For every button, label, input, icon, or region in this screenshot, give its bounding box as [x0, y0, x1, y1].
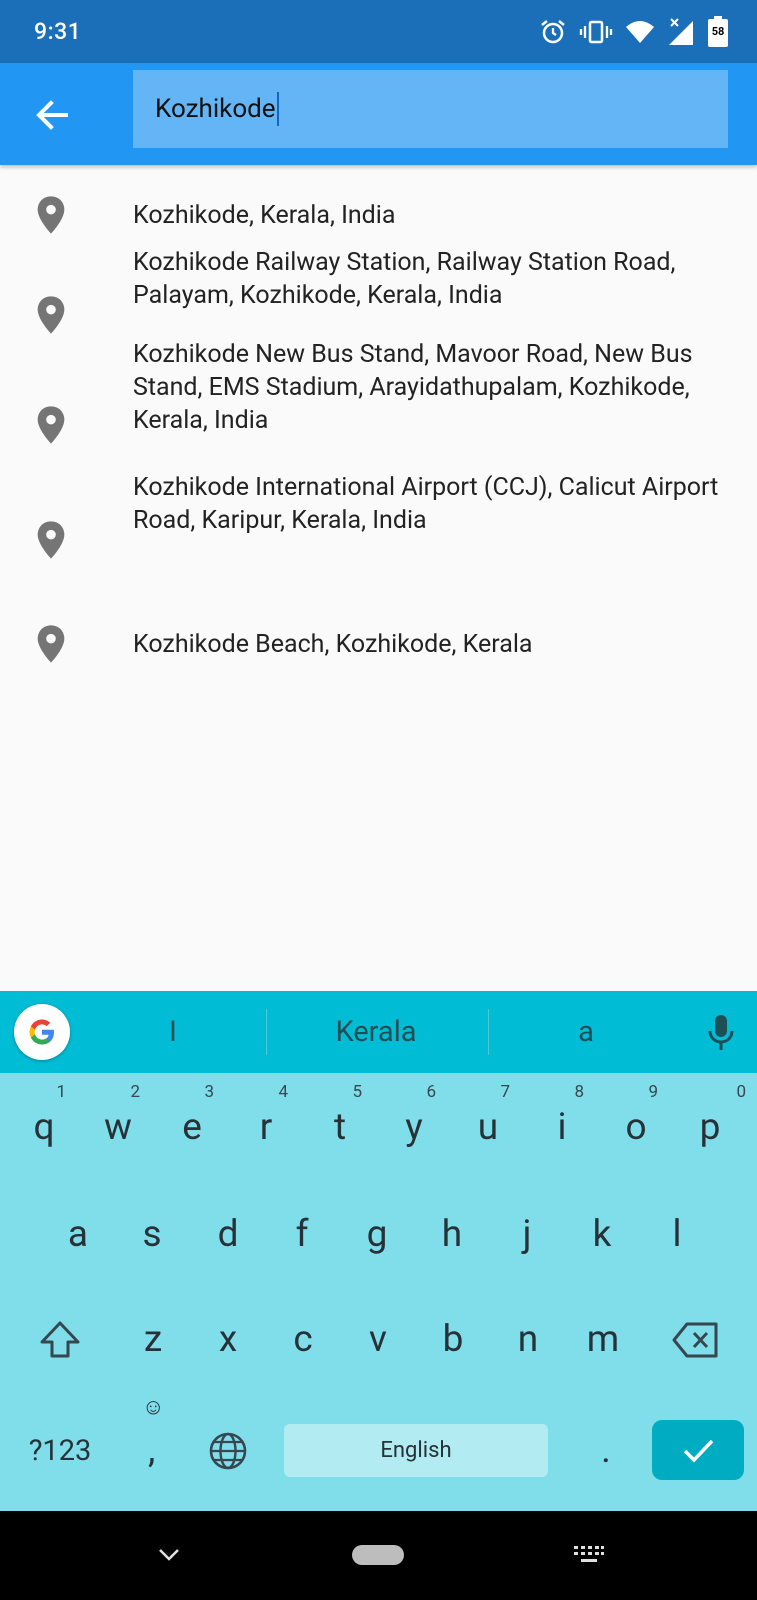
navigation-bar — [0, 1511, 757, 1600]
search-field[interactable]: Kozhikode — [133, 70, 728, 148]
location-pin-icon — [37, 625, 65, 663]
key-g[interactable]: g — [355, 1195, 399, 1275]
key-e[interactable]: e3 — [170, 1082, 214, 1168]
chevron-down-icon[interactable] — [157, 1547, 181, 1563]
suggestion-3[interactable]: a — [489, 991, 683, 1073]
status-bar: 9:31 58 — [0, 0, 757, 63]
comma-emoji-key[interactable]: ☺ , — [136, 1397, 172, 1491]
suggestion-bar: I Kerala a — [0, 991, 757, 1073]
suggestion-2[interactable]: Kerala — [267, 991, 485, 1073]
key-v[interactable]: v — [356, 1300, 400, 1380]
signal-icon — [667, 17, 695, 47]
key-t[interactable]: t5 — [318, 1082, 362, 1168]
key-k[interactable]: k — [580, 1195, 624, 1275]
keyboard-switch-icon[interactable] — [573, 1545, 605, 1565]
key-r[interactable]: r4 — [244, 1082, 288, 1168]
search-input[interactable]: Kozhikode — [155, 94, 276, 124]
key-d[interactable]: d — [206, 1195, 250, 1275]
wifi-icon — [625, 19, 655, 45]
key-z[interactable]: z — [131, 1300, 175, 1380]
key-w[interactable]: w2 — [96, 1082, 140, 1168]
shift-icon — [40, 1321, 80, 1358]
key-j[interactable]: j — [505, 1195, 549, 1275]
google-g-button[interactable] — [14, 1004, 70, 1060]
symbols-key[interactable]: ?123 — [18, 1411, 102, 1491]
key-m[interactable]: m — [575, 1300, 631, 1380]
checkmark-icon — [683, 1439, 714, 1463]
location-pin-icon — [37, 406, 65, 444]
key-y[interactable]: y6 — [392, 1082, 436, 1168]
key-x[interactable]: x — [206, 1300, 250, 1380]
shift-key[interactable] — [36, 1300, 84, 1380]
vibrate-icon — [579, 18, 613, 46]
globe-icon — [209, 1432, 247, 1470]
key-n[interactable]: n — [506, 1300, 550, 1380]
result-label: Kozhikode International Airport (CCJ), C… — [133, 473, 719, 535]
location-pin-icon — [37, 296, 65, 334]
microphone-icon[interactable] — [705, 1013, 737, 1053]
app-bar: Kozhikode — [0, 63, 757, 165]
key-b[interactable]: b — [431, 1300, 475, 1380]
period-key[interactable]: . — [584, 1411, 628, 1491]
result-label: Kozhikode Railway Station, Railway Stati… — [133, 248, 676, 310]
arrow-back-icon — [36, 100, 68, 130]
key-h[interactable]: h — [430, 1195, 474, 1275]
backspace-icon — [672, 1322, 718, 1358]
key-o[interactable]: o9 — [614, 1082, 658, 1168]
battery-icon: 58 — [707, 16, 729, 48]
status-icons: 58 — [539, 14, 729, 50]
text-cursor — [276, 92, 279, 126]
key-f[interactable]: f — [280, 1195, 324, 1275]
location-pin-icon — [37, 196, 65, 234]
done-key[interactable] — [652, 1420, 744, 1480]
language-key[interactable] — [206, 1411, 250, 1491]
key-u[interactable]: u7 — [466, 1082, 510, 1168]
key-q[interactable]: q1 — [22, 1082, 66, 1168]
status-time: 9:31 — [34, 18, 82, 45]
location-pin-icon — [37, 521, 65, 559]
suggestion-1[interactable]: I — [80, 991, 266, 1073]
key-c[interactable]: c — [281, 1300, 325, 1380]
key-l[interactable]: l — [655, 1195, 699, 1275]
backspace-key[interactable] — [668, 1300, 724, 1380]
back-button[interactable] — [32, 95, 72, 135]
google-g-icon — [29, 1019, 54, 1045]
result-label: Kozhikode Beach, Kozhikode, Kerala — [133, 630, 533, 659]
result-item[interactable]: Kozhikode International Airport (CCJ), C… — [0, 473, 757, 585]
key-a[interactable]: a — [56, 1195, 100, 1275]
key-p[interactable]: p0 — [688, 1082, 746, 1168]
key-i[interactable]: i8 — [540, 1082, 585, 1168]
soft-keyboard: I Kerala a q1 w2 e3 r4 t5 y6 u7 i8 o9 p0… — [0, 991, 757, 1511]
battery-level: 58 — [711, 25, 725, 38]
result-label: Kozhikode New Bus Stand, Mavoor Road, Ne… — [133, 340, 693, 435]
result-item[interactable]: Kozhikode Beach, Kozhikode, Kerala — [0, 585, 757, 685]
result-label: Kozhikode, Kerala, India — [133, 201, 396, 230]
result-item[interactable]: Kozhikode New Bus Stand, Mavoor Road, Ne… — [0, 340, 757, 485]
alarm-icon — [539, 18, 567, 46]
home-pill-icon[interactable] — [352, 1545, 404, 1565]
space-key[interactable]: English — [284, 1424, 548, 1477]
key-s[interactable]: s — [130, 1195, 174, 1275]
